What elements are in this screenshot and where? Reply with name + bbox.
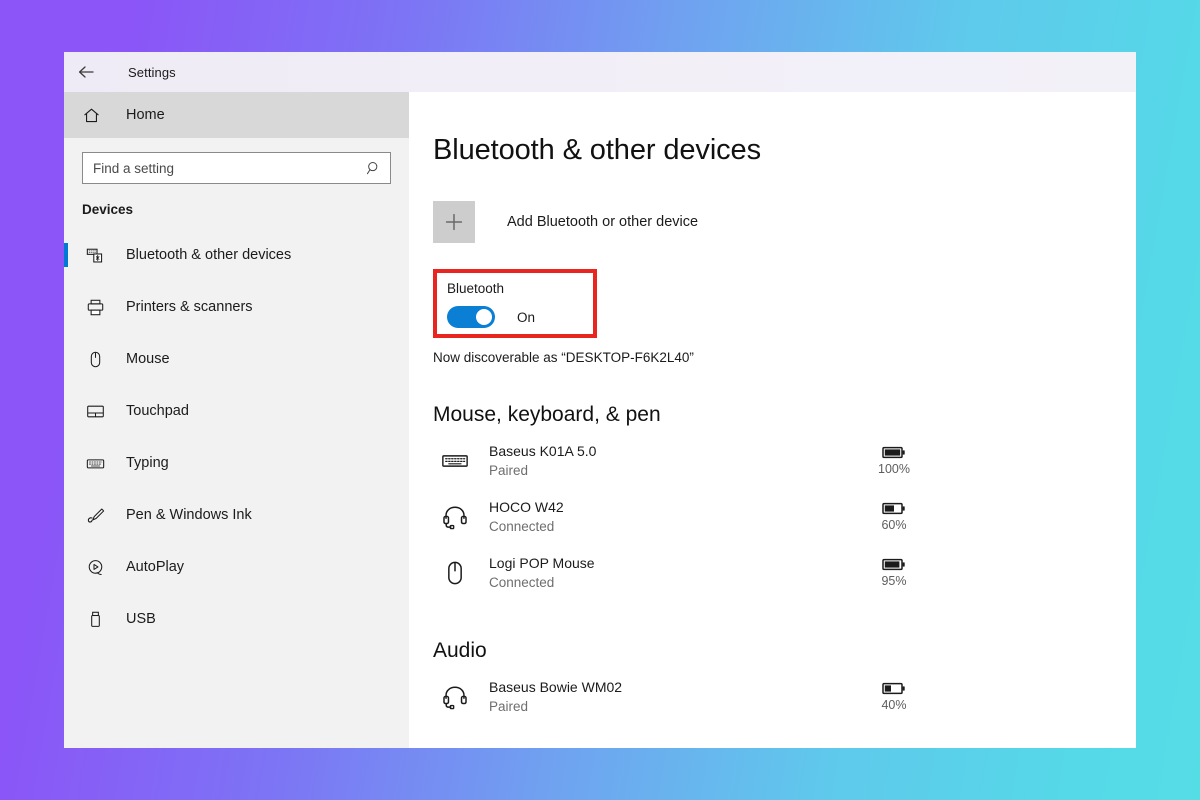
device-status: Paired [489, 699, 529, 715]
printer-icon [82, 298, 108, 317]
section-heading-mouse-keyboard-pen: Mouse, keyboard, & pen [433, 403, 661, 426]
window-title: Settings [128, 64, 176, 80]
battery-percent: 40% [881, 698, 907, 712]
sidebar-home-label: Home [126, 107, 165, 123]
content-pane: Bluetooth & other devices Add Bluetooth … [409, 92, 1136, 748]
search-icon[interactable] [366, 160, 382, 176]
sidebar-item-autoplay[interactable]: AutoPlay [64, 541, 409, 593]
page-title: Bluetooth & other devices [433, 134, 761, 166]
keyboard-icon [433, 447, 477, 475]
add-device-label: Add Bluetooth or other device [507, 214, 699, 230]
bluetooth-toggle-state: On [517, 309, 536, 325]
bluetooth-setting-group: Bluetooth On [433, 269, 597, 338]
sidebar-item-touchpad[interactable]: Touchpad [64, 385, 409, 437]
section-heading-audio: Audio [433, 639, 487, 662]
device-row[interactable]: Baseus K01A 5.0 Paired 100% [433, 433, 921, 489]
battery-indicator: 60% [867, 502, 921, 532]
bluetooth-label: Bluetooth [447, 281, 505, 296]
battery-indicator: 95% [867, 558, 921, 588]
battery-percent: 100% [878, 462, 910, 476]
sidebar-item-printers-scanners[interactable]: Printers & scanners [64, 281, 409, 333]
keyboard-icon [82, 454, 108, 473]
battery-percent: 95% [881, 574, 907, 588]
back-button[interactable] [64, 53, 108, 91]
sidebar-item-label: AutoPlay [126, 559, 185, 575]
device-name: Baseus K01A 5.0 [489, 443, 597, 460]
sidebar-item-usb[interactable]: USB [64, 593, 409, 645]
battery-icon [882, 558, 905, 571]
sidebar-item-label: Pen & Windows Ink [126, 507, 252, 523]
device-status: Paired [489, 463, 529, 479]
mouse-icon [82, 350, 108, 369]
search-box[interactable] [82, 152, 391, 184]
sidebar-item-bluetooth-other-devices[interactable]: Bluetooth & other devices [64, 229, 409, 281]
device-info: Baseus Bowie WM02 Paired [489, 677, 867, 717]
battery-icon [882, 502, 905, 515]
device-row[interactable]: Baseus Bowie WM02 Paired 40% [433, 669, 921, 725]
sidebar-item-label: Typing [126, 455, 169, 471]
battery-percent: 60% [881, 518, 907, 532]
device-name: Baseus Bowie WM02 [489, 679, 623, 696]
bluetooth-toggle[interactable] [447, 306, 495, 328]
sidebar-item-mouse[interactable]: Mouse [64, 333, 409, 385]
battery-indicator: 100% [867, 446, 921, 476]
discoverable-status: Now discoverable as “DESKTOP-F6K2L40” [433, 350, 694, 365]
window-body: Home Devices [64, 92, 1136, 748]
sidebar-item-label: Bluetooth & other devices [126, 247, 292, 263]
sidebar-group-heading: Devices [82, 202, 134, 217]
headset-icon [433, 683, 477, 711]
device-row[interactable]: Logi POP Mouse Connected 95% [433, 545, 921, 601]
toggle-knob [476, 309, 492, 325]
pen-icon [82, 506, 108, 525]
sidebar-item-pen-windows-ink[interactable]: Pen & Windows Ink [64, 489, 409, 541]
add-device-button[interactable]: Add Bluetooth or other device [433, 201, 1136, 243]
home-icon [82, 106, 108, 125]
device-status: Connected [489, 575, 555, 591]
search-container [64, 138, 409, 184]
device-info: Baseus K01A 5.0 Paired [489, 441, 867, 481]
sidebar-item-typing[interactable]: Typing [64, 437, 409, 489]
battery-icon [882, 446, 905, 459]
plus-icon [433, 201, 475, 243]
sidebar: Home Devices [64, 92, 409, 748]
device-name: HOCO W42 [489, 499, 564, 516]
touchpad-icon [82, 402, 108, 421]
sidebar-nav-list: Bluetooth & other devices Printers & sca… [64, 227, 409, 645]
device-info: Logi POP Mouse Connected [489, 553, 867, 593]
back-arrow-icon [77, 64, 95, 80]
headset-icon [433, 503, 477, 531]
bluetooth-toggle-row: On [447, 306, 597, 328]
title-bar: Settings [64, 52, 1136, 92]
search-input[interactable] [93, 160, 366, 176]
usb-icon [82, 610, 108, 629]
settings-window: Settings Home Find a setting Devices Blu… [64, 52, 1136, 748]
mouse-icon [433, 559, 477, 587]
sidebar-item-home[interactable]: Home [64, 92, 409, 138]
sidebar-item-label: USB [126, 611, 156, 627]
bluetooth-devices-icon [82, 246, 108, 265]
device-status: Connected [489, 519, 555, 535]
battery-icon [882, 682, 905, 695]
battery-indicator: 40% [867, 682, 921, 712]
sidebar-item-label: Mouse [126, 351, 170, 367]
autoplay-icon [82, 558, 108, 577]
sidebar-item-label: Printers & scanners [126, 299, 253, 315]
device-info: HOCO W42 Connected [489, 497, 867, 537]
sidebar-item-label: Touchpad [126, 403, 189, 419]
device-row[interactable]: HOCO W42 Connected 60% [433, 489, 921, 545]
device-name: Logi POP Mouse [489, 555, 595, 572]
